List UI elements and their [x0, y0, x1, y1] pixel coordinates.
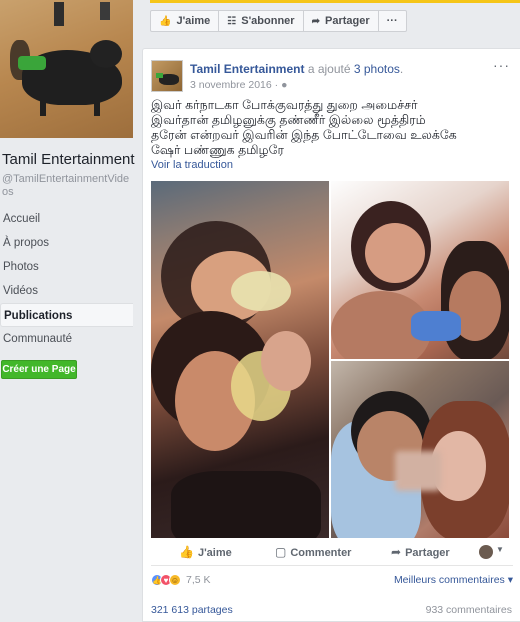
- post-like-button[interactable]: 👍 J'aime: [179, 545, 232, 559]
- post-meta: 3 novembre 2016 · ●: [190, 79, 287, 91]
- page-like-label: J'aime: [176, 15, 211, 27]
- page-share-button[interactable]: ➦ Partager: [302, 10, 379, 32]
- page-nav: Accueil À propos Photos Vidéos Publicati…: [0, 207, 133, 351]
- globe-icon: ●: [281, 79, 288, 91]
- post-period: .: [399, 62, 404, 76]
- post-timestamp[interactable]: 3 novembre 2016: [190, 79, 272, 91]
- photo-shape: [411, 311, 461, 341]
- author-avatar[interactable]: [151, 60, 183, 92]
- share-arrow-icon: ➦: [391, 545, 402, 559]
- create-page-button[interactable]: Créer une Page: [1, 360, 77, 379]
- haha-reaction-icon[interactable]: ☺: [169, 574, 181, 586]
- photo-shape: [261, 331, 311, 391]
- cover-figure: [100, 2, 110, 20]
- post-card: Tamil Entertainment a ajouté 3 photos. 3…: [142, 48, 520, 622]
- thumbs-up-icon: 👍: [159, 15, 172, 27]
- avatar-cloth: [156, 73, 163, 78]
- comment-count[interactable]: 933 commentaires: [426, 604, 512, 616]
- page-sidebar: Tamil Entertainment @TamilEntertainmentV…: [0, 0, 138, 622]
- profile-picture[interactable]: [0, 0, 133, 138]
- post-options-button[interactable]: ···: [493, 57, 510, 73]
- share-count[interactable]: 321 613 partages: [151, 604, 233, 616]
- share-arrow-icon: ➦: [311, 15, 320, 27]
- post-text: இவர் கர்நாடகா போக்குவரத்து துறை அமைச்சர்…: [151, 98, 457, 157]
- nav-item-a-propos[interactable]: À propos: [0, 231, 133, 255]
- post-photo-2[interactable]: [331, 181, 509, 359]
- photo-shape: [171, 471, 321, 538]
- comment-sort-dropdown[interactable]: Meilleurs commentaires ▾: [394, 574, 513, 586]
- post-comment-label: Commenter: [290, 547, 352, 559]
- post-like-label: J'aime: [197, 547, 232, 559]
- post-share-button[interactable]: ➦ Partager: [391, 545, 450, 559]
- cover-edge-strip: [150, 0, 520, 3]
- photo-shape: [231, 271, 291, 311]
- nav-item-publications[interactable]: Publications: [0, 303, 133, 327]
- nav-item-videos[interactable]: Vidéos: [0, 279, 133, 303]
- subscribe-label: S'abonner: [241, 15, 295, 27]
- page-like-button[interactable]: 👍 J'aime: [150, 10, 220, 32]
- chevron-down-icon[interactable]: ▼: [496, 545, 504, 554]
- rss-icon: ☷: [227, 15, 237, 27]
- post-verb: a ajouté: [307, 62, 351, 76]
- cover-figure: [54, 2, 64, 26]
- post-comment-button[interactable]: ▢ Commenter: [275, 545, 351, 559]
- page-more-button[interactable]: ···: [377, 10, 407, 32]
- post-photo-3[interactable]: [331, 361, 509, 538]
- post-action-bar: 👍 J'aime ▢ Commenter ➦ Partager ▼: [151, 539, 513, 566]
- photo-shape: [365, 223, 425, 283]
- page-name[interactable]: Tamil Entertainment: [2, 151, 135, 168]
- page-handle[interactable]: @TamilEntertainmentVideos: [2, 173, 135, 199]
- reaction-count[interactable]: 7,5 K: [186, 574, 211, 586]
- see-translation-link[interactable]: Voir la traduction: [151, 159, 233, 171]
- post-header: Tamil Entertainment a ajouté 3 photos.: [190, 62, 403, 76]
- post-stats: 👍 ♥ ☺ 7,5 K Meilleurs commentaires ▾: [151, 573, 513, 589]
- page-share-label: Partager: [324, 15, 370, 27]
- thumbs-up-icon: 👍: [179, 545, 194, 559]
- post-share-label: Partager: [405, 547, 450, 559]
- more-dots-icon: ···: [386, 15, 398, 27]
- post-photo-1[interactable]: [151, 181, 329, 538]
- identity-switcher-avatar[interactable]: [479, 545, 493, 559]
- comment-icon: ▢: [275, 545, 287, 559]
- cover-legs: [40, 98, 100, 116]
- nav-item-communaute[interactable]: Communauté: [0, 327, 133, 351]
- subscribe-button[interactable]: ☷ S'abonner: [218, 10, 304, 32]
- nav-item-accueil[interactable]: Accueil: [0, 207, 133, 231]
- page-action-bar: 👍 J'aime ☷ S'abonner ➦ Partager ···: [150, 10, 407, 34]
- cover-cloth: [18, 56, 46, 70]
- photos-link[interactable]: 3 photos: [354, 62, 400, 76]
- blurred-region: [395, 451, 441, 491]
- post-author-link[interactable]: Tamil Entertainment: [190, 62, 304, 76]
- cover-bull-head: [90, 40, 122, 68]
- nav-item-photos[interactable]: Photos: [0, 255, 133, 279]
